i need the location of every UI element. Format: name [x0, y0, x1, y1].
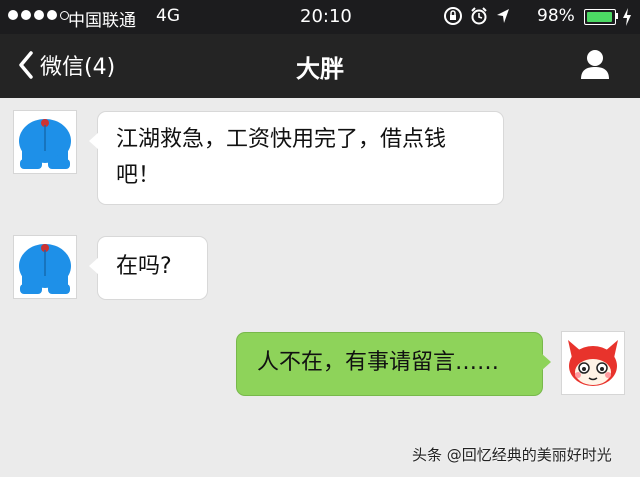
incoming-message-bubble[interactable]: 在吗?: [89, 237, 207, 299]
doraemon-avatar-icon: [19, 244, 71, 294]
contact-avatar[interactable]: [14, 236, 76, 298]
outgoing-message-bubble[interactable]: 人不在，有事请留言……: [237, 333, 551, 395]
battery-percent: 98%: [537, 6, 575, 26]
incoming-message-bubble[interactable]: 江湖救急，工资快用完了，借点钱 吧！: [89, 112, 503, 204]
message-text-line: 吧！: [116, 163, 161, 188]
chat-title: 大胖: [296, 55, 344, 83]
charging-bolt-icon: [623, 8, 631, 26]
message-text-line: 江湖救急，工资快用完了，借点钱: [116, 127, 447, 152]
doraemon-avatar-icon: [19, 119, 71, 169]
rotation-lock-icon: [444, 7, 462, 25]
battery-level: [587, 12, 612, 22]
signal-strength-icon: [8, 10, 69, 20]
message-text: 在吗?: [116, 254, 172, 279]
status-bar: 中国联通 4G 20:10 98%: [0, 0, 640, 34]
carrier-label: 中国联通: [68, 11, 136, 31]
message-text: 人不在，有事请留言……: [257, 350, 500, 375]
network-type: 4G: [156, 6, 180, 26]
watermark-text: 头条 @回忆经典的美丽好时光: [412, 446, 612, 464]
my-avatar[interactable]: [562, 332, 624, 394]
location-arrow-icon: [497, 9, 509, 23]
nav-bar: 微信(4) 大胖: [0, 34, 640, 98]
clock: 20:10: [300, 6, 352, 27]
person-icon: [581, 50, 609, 79]
contact-profile-button[interactable]: [580, 48, 610, 84]
contact-avatar[interactable]: [14, 111, 76, 173]
alarm-icon: [471, 7, 487, 25]
fox-avatar-icon: [568, 340, 618, 386]
